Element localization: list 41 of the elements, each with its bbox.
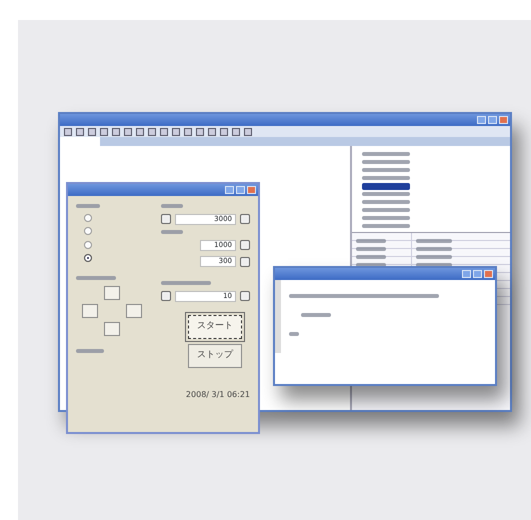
group-label xyxy=(76,204,100,208)
radio-button[interactable] xyxy=(84,227,92,236)
minimize-button[interactable] xyxy=(462,270,471,278)
direction-button[interactable] xyxy=(126,304,142,318)
code-line xyxy=(301,313,331,317)
group-label xyxy=(160,204,183,208)
close-button[interactable] xyxy=(247,186,256,194)
radio-button[interactable] xyxy=(84,240,92,249)
form-button[interactable]: ストップ xyxy=(188,344,242,368)
minimize-button[interactable] xyxy=(225,186,234,194)
minus-button[interactable] xyxy=(160,291,171,302)
minus-button[interactable] xyxy=(160,214,171,224)
group-label xyxy=(76,349,104,354)
maximize-button[interactable] xyxy=(488,116,497,124)
property-value xyxy=(416,247,452,251)
close-button[interactable] xyxy=(484,270,493,278)
unit-icon xyxy=(240,256,250,267)
radio-button[interactable] xyxy=(84,214,92,222)
plus-button[interactable] xyxy=(240,291,250,302)
unit-icon xyxy=(240,240,250,250)
close-button[interactable] xyxy=(499,116,508,124)
property-value xyxy=(416,255,452,259)
code-line xyxy=(289,332,299,336)
direction-button[interactable] xyxy=(82,304,98,318)
maximize-button[interactable] xyxy=(236,186,245,194)
property-name xyxy=(356,255,386,259)
group-label xyxy=(76,276,116,280)
tree-item[interactable] xyxy=(362,182,410,190)
minimize-button[interactable] xyxy=(477,116,486,124)
property-value xyxy=(416,239,452,243)
group-label xyxy=(160,230,183,234)
timestamp: 2008/ 3/1 06:21 xyxy=(184,389,250,402)
direction-button[interactable] xyxy=(104,322,120,336)
property-name xyxy=(356,247,386,251)
plus-button[interactable] xyxy=(240,214,250,224)
property-name xyxy=(356,239,386,243)
form-button[interactable]: スタート xyxy=(188,315,242,339)
maximize-button[interactable] xyxy=(473,270,482,278)
group-label xyxy=(160,280,211,285)
radio-button[interactable] xyxy=(84,254,92,262)
direction-button[interactable] xyxy=(104,286,120,300)
